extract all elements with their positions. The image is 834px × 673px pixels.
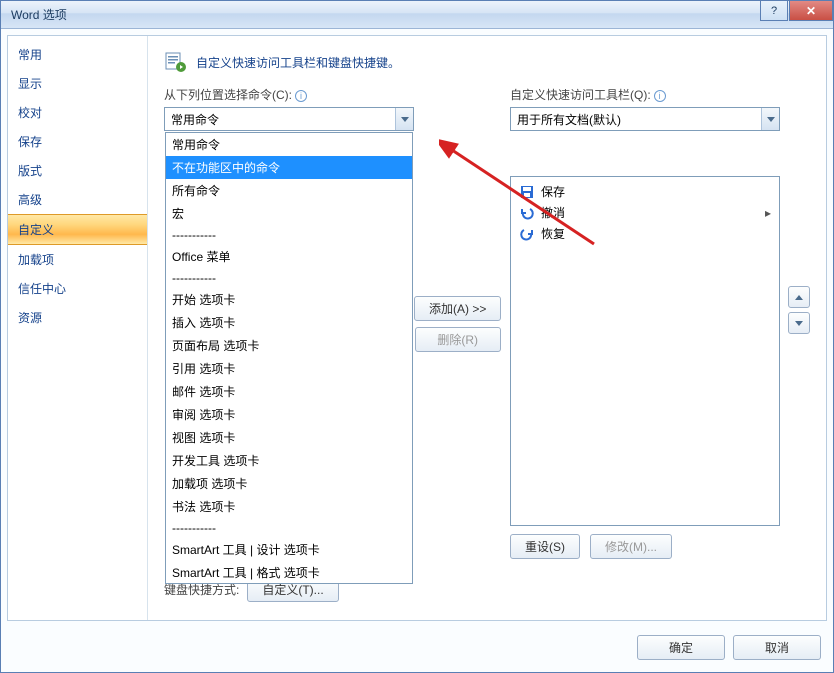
dropdown-option[interactable]: 书法 选项卡 bbox=[166, 495, 412, 518]
sidebar-item[interactable]: 保存 bbox=[8, 127, 147, 156]
choose-commands-section: 从下列位置选择命令(C):i 常用命令 常用命令不在功能区中的命令所有命令宏--… bbox=[164, 86, 414, 131]
customize-icon bbox=[164, 50, 188, 74]
qat-target-value: 用于所有文档(默认) bbox=[517, 111, 621, 128]
move-up-button[interactable] bbox=[788, 286, 810, 308]
footer: 确定 取消 bbox=[1, 627, 833, 672]
qat-item[interactable]: 恢复 bbox=[515, 223, 775, 244]
dropdown-option[interactable]: SmartArt 工具 | 设计 选项卡 bbox=[166, 538, 412, 561]
sidebar-item[interactable]: 版式 bbox=[8, 156, 147, 185]
save-icon bbox=[519, 184, 535, 200]
dropdown-option[interactable]: ----------- bbox=[166, 268, 412, 288]
add-button[interactable]: 添加(A) >> bbox=[414, 296, 501, 321]
reset-button[interactable]: 重设(S) bbox=[510, 534, 580, 559]
remove-button[interactable]: 删除(R) bbox=[415, 327, 501, 352]
main-panel: 自定义快速访问工具栏和键盘快捷键。 从下列位置选择命令(C):i 常用命令 常用… bbox=[148, 36, 826, 620]
dropdown-option[interactable]: 邮件 选项卡 bbox=[166, 380, 412, 403]
chevron-down-icon bbox=[401, 117, 409, 122]
window-title: Word 选项 bbox=[11, 6, 67, 23]
qat-item-label: 撤消 bbox=[541, 204, 565, 221]
dropdown-option[interactable]: 引用 选项卡 bbox=[166, 357, 412, 380]
dropdown-option[interactable]: 视图 选项卡 bbox=[166, 426, 412, 449]
combo-dropdown-button[interactable] bbox=[761, 108, 779, 130]
content: 常用显示校对保存版式高级自定义加载项信任中心资源 自定义快速访问工具栏和键盘快捷… bbox=[7, 35, 827, 621]
expand-icon: ▸ bbox=[765, 206, 771, 220]
sidebar-item[interactable]: 资源 bbox=[8, 303, 147, 332]
ok-button[interactable]: 确定 bbox=[637, 635, 725, 660]
qat-target-combo[interactable]: 用于所有文档(默认) bbox=[510, 107, 780, 131]
dropdown-option[interactable]: 审阅 选项卡 bbox=[166, 403, 412, 426]
choose-commands-dropdown[interactable]: 常用命令不在功能区中的命令所有命令宏-----------Office 菜单--… bbox=[165, 132, 413, 584]
undo-icon bbox=[519, 205, 535, 221]
sidebar-item[interactable]: 自定义 bbox=[8, 214, 147, 245]
cancel-button[interactable]: 取消 bbox=[733, 635, 821, 660]
qat-item[interactable]: 保存 bbox=[515, 181, 775, 202]
dropdown-option[interactable]: 不在功能区中的命令 bbox=[166, 156, 412, 179]
dropdown-option[interactable]: ----------- bbox=[166, 225, 412, 245]
dropdown-option[interactable]: 宏 bbox=[166, 202, 412, 225]
qat-item[interactable]: 撤消 ▸ bbox=[515, 202, 775, 223]
dropdown-option[interactable]: 开始 选项卡 bbox=[166, 288, 412, 311]
sidebar-item[interactable]: 高级 bbox=[8, 185, 147, 214]
dropdown-option[interactable]: 加载项 选项卡 bbox=[166, 472, 412, 495]
close-button[interactable]: ✕ bbox=[789, 1, 833, 21]
qat-item-label: 保存 bbox=[541, 183, 565, 200]
header: 自定义快速访问工具栏和键盘快捷键。 bbox=[164, 50, 810, 74]
transfer-buttons: 添加(A) >> 删除(R) bbox=[414, 296, 501, 352]
info-icon[interactable]: i bbox=[295, 90, 307, 102]
dropdown-option[interactable]: ----------- bbox=[166, 518, 412, 538]
chevron-down-icon bbox=[767, 117, 775, 122]
triangle-down-icon bbox=[795, 321, 803, 326]
qat-listbox[interactable]: 保存撤消 ▸ 恢复 bbox=[510, 176, 780, 526]
info-icon[interactable]: i bbox=[654, 90, 666, 102]
sidebar-item[interactable]: 常用 bbox=[8, 40, 147, 69]
sidebar-item[interactable]: 校对 bbox=[8, 98, 147, 127]
dropdown-option[interactable]: SmartArt 工具 | 格式 选项卡 bbox=[166, 561, 412, 584]
titlebar: Word 选项 ? ✕ bbox=[1, 1, 833, 29]
sidebar-item[interactable]: 显示 bbox=[8, 69, 147, 98]
sidebar: 常用显示校对保存版式高级自定义加载项信任中心资源 bbox=[8, 36, 148, 620]
dropdown-option[interactable]: 所有命令 bbox=[166, 179, 412, 202]
triangle-up-icon bbox=[795, 295, 803, 300]
dropdown-option[interactable]: 常用命令 bbox=[166, 133, 412, 156]
dropdown-option[interactable]: 页面布局 选项卡 bbox=[166, 334, 412, 357]
reorder-buttons bbox=[788, 286, 810, 334]
choose-commands-label: 从下列位置选择命令(C): bbox=[164, 86, 292, 103]
sidebar-item[interactable]: 信任中心 bbox=[8, 274, 147, 303]
qat-item-label: 恢复 bbox=[541, 225, 565, 242]
dropdown-option[interactable]: Office 菜单 bbox=[166, 245, 412, 268]
word-options-dialog: Word 选项 ? ✕ 常用显示校对保存版式高级自定义加载项信任中心资源 bbox=[0, 0, 834, 673]
choose-commands-value: 常用命令 bbox=[171, 111, 219, 128]
move-down-button[interactable] bbox=[788, 312, 810, 334]
dropdown-option[interactable]: 开发工具 选项卡 bbox=[166, 449, 412, 472]
header-text: 自定义快速访问工具栏和键盘快捷键。 bbox=[196, 54, 400, 71]
dropdown-option[interactable]: 插入 选项卡 bbox=[166, 311, 412, 334]
modify-button[interactable]: 修改(M)... bbox=[590, 534, 672, 559]
redo-icon bbox=[519, 226, 535, 242]
qat-label: 自定义快速访问工具栏(Q): bbox=[510, 86, 651, 103]
qat-section: 自定义快速访问工具栏(Q):i 用于所有文档(默认) 保存撤消 ▸ 恢复 重设(S)… bbox=[510, 86, 780, 559]
sidebar-item[interactable]: 加载项 bbox=[8, 245, 147, 274]
combo-dropdown-button[interactable] bbox=[395, 108, 413, 130]
help-button[interactable]: ? bbox=[760, 1, 788, 21]
choose-commands-combo[interactable]: 常用命令 常用命令不在功能区中的命令所有命令宏-----------Office… bbox=[164, 107, 414, 131]
